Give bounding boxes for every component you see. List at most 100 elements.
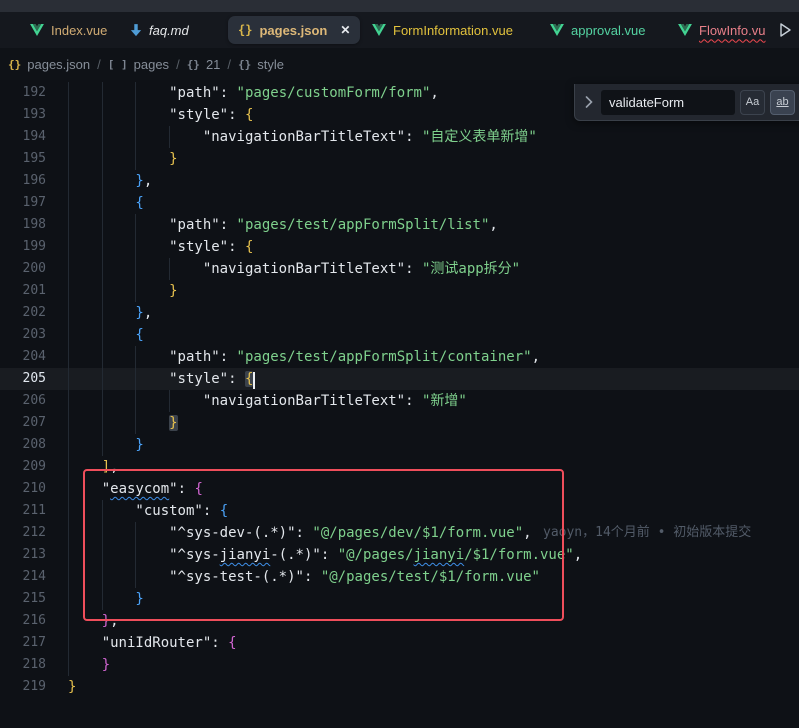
indent-guide (68, 610, 102, 632)
gutter-space (46, 170, 68, 192)
braces-icon: {} (238, 58, 251, 71)
code-token: } (135, 305, 143, 321)
gutter-space (46, 280, 68, 302)
code-line-214[interactable]: 214 "^sys-test-(.*)": "@/pages/test/$1/fo… (0, 566, 799, 588)
code-token: , (574, 547, 582, 563)
match-case-button[interactable]: Aa (740, 90, 765, 115)
code-token: "path" (169, 349, 220, 365)
code-token: , (110, 459, 118, 475)
tab-close-icon[interactable]: ✕ (340, 23, 350, 37)
code-token: } (169, 415, 177, 431)
code-token: , (523, 525, 531, 541)
tab-forminformation-vue[interactable]: FormInformation.vue (372, 12, 513, 48)
code-token: : (220, 349, 237, 365)
code-text: "^sys-jianyi-(.*)": "@/pages/jianyi/$1/f… (169, 544, 582, 566)
indent-guide (135, 148, 169, 170)
indent-guide (102, 148, 136, 170)
indent-guide (102, 82, 136, 104)
code-line-194[interactable]: 194"navigationBarTitleText": "自定义表单新增" (0, 126, 799, 148)
code-line-195[interactable]: 195} (0, 148, 799, 170)
code-line-213[interactable]: 213"^sys-jianyi-(.*)": "@/pages/jianyi/$… (0, 544, 799, 566)
code-line-204[interactable]: 204 "path": "pages/test/appFormSplit/cont… (0, 346, 799, 368)
code-line-203[interactable]: 203{ (0, 324, 799, 346)
whole-word-button[interactable]: ab (770, 90, 795, 115)
code-line-208[interactable]: 208} (0, 434, 799, 456)
indent-guide (68, 236, 102, 258)
indent-guide (169, 390, 203, 412)
find-input[interactable] (601, 90, 735, 115)
code-line-199[interactable]: 199"style": { (0, 236, 799, 258)
indent-guide (135, 566, 169, 588)
code-line-217[interactable]: 217"uniIdRouter": { (0, 632, 799, 654)
code-line-197[interactable]: 197{ (0, 192, 799, 214)
braces-icon: {} (8, 58, 21, 71)
code-line-201[interactable]: 201} (0, 280, 799, 302)
code-line-211[interactable]: 211"custom": { (0, 500, 799, 522)
indent-guide (68, 302, 102, 324)
code-token: "@/pages/test/$1/form.vue" (321, 569, 540, 585)
code-text: } (169, 412, 177, 434)
breadcrumb-item-21[interactable]: {}21 (187, 57, 221, 72)
code-line-196[interactable]: 196}, (0, 170, 799, 192)
json-braces-icon: {} (238, 23, 252, 37)
tab-flowinfo-vu[interactable]: FlowInfo.vu (678, 12, 765, 48)
code-line-206[interactable]: 206"navigationBarTitleText": "新增" (0, 390, 799, 412)
indent-guide (102, 280, 136, 302)
code-text: "style": { (169, 236, 253, 258)
code-token: "custom" (135, 503, 202, 519)
breadcrumb-item-style[interactable]: {}style (238, 57, 284, 72)
tab-overflow-chevron-right-icon[interactable] (779, 22, 792, 43)
tab-approval-vue[interactable]: approval.vue (550, 12, 645, 48)
tab-label: FlowInfo.vu (699, 23, 765, 38)
code-line-216[interactable]: 216}, (0, 610, 799, 632)
breadcrumb: {}pages.json/[ ]pages/{}21/{}style (0, 48, 799, 80)
code-line-207[interactable]: 207} (0, 412, 799, 434)
tab-pages-json[interactable]: {}pages.json✕ (228, 16, 360, 44)
code-line-198[interactable]: 198"path": "pages/test/appFormSplit/list… (0, 214, 799, 236)
gutter-space (46, 126, 68, 148)
whole-word-label: ab (776, 96, 788, 108)
breadcrumb-item-pages[interactable]: [ ]pages (108, 57, 169, 72)
gutter-space (46, 566, 68, 588)
code-line-205[interactable]: 205"style": { (0, 368, 799, 390)
code-token: " (169, 481, 177, 497)
gutter-space (46, 456, 68, 478)
indent-guide (68, 654, 102, 676)
code-line-210[interactable]: 210"easycom": { (0, 478, 799, 500)
code-line-218[interactable]: 218} (0, 654, 799, 676)
indent-guide (135, 104, 169, 126)
breadcrumb-separator: / (227, 57, 231, 72)
indent-guide (102, 126, 136, 148)
line-number: 214 (0, 566, 46, 588)
code-line-209[interactable]: 209], (0, 456, 799, 478)
code-text: ], (102, 456, 119, 478)
find-replace-toggle-chevron-icon[interactable] (581, 84, 597, 120)
tab-index-vue[interactable]: Index.vue (30, 12, 107, 48)
line-number: 197 (0, 192, 46, 214)
code-token: /$1/form.vue" (464, 547, 574, 563)
tab-faq-md[interactable]: faq.md (130, 12, 189, 48)
code-line-200[interactable]: 200"navigationBarTitleText": "测试app拆分" (0, 258, 799, 280)
breadcrumb-separator: / (176, 57, 180, 72)
code-text: "^sys-test-(.*)": "@/pages/test/$1/form.… (169, 566, 540, 588)
gutter-space (46, 192, 68, 214)
line-number: 217 (0, 632, 46, 654)
code-line-202[interactable]: 202}, (0, 302, 799, 324)
indent-guide (102, 500, 136, 522)
code-text: "easycom": { (102, 478, 203, 500)
tab-label: faq.md (149, 23, 189, 38)
code-token: "pages/test/appFormSplit/list" (237, 217, 490, 233)
line-number: 204 (0, 346, 46, 368)
brackets-icon: [ ] (108, 58, 128, 71)
breadcrumb-item-pages-json[interactable]: {}pages.json (8, 57, 90, 72)
code-line-215[interactable]: 215} (0, 588, 799, 610)
gutter-space (46, 500, 68, 522)
code-text: "path": "pages/test/appFormSplit/contain… (169, 346, 540, 368)
code-text: }, (102, 610, 119, 632)
code-editor[interactable]: Aa ab .* 192"path": "pages/customForm/fo… (0, 80, 799, 728)
indent-guide (68, 368, 102, 390)
code-line-212[interactable]: 212"^sys-dev-(.*)": "@/pages/dev/$1/form… (0, 522, 799, 544)
code-line-219[interactable]: 219} (0, 676, 799, 698)
code-token: } (102, 657, 110, 673)
code-token: { (220, 503, 228, 519)
